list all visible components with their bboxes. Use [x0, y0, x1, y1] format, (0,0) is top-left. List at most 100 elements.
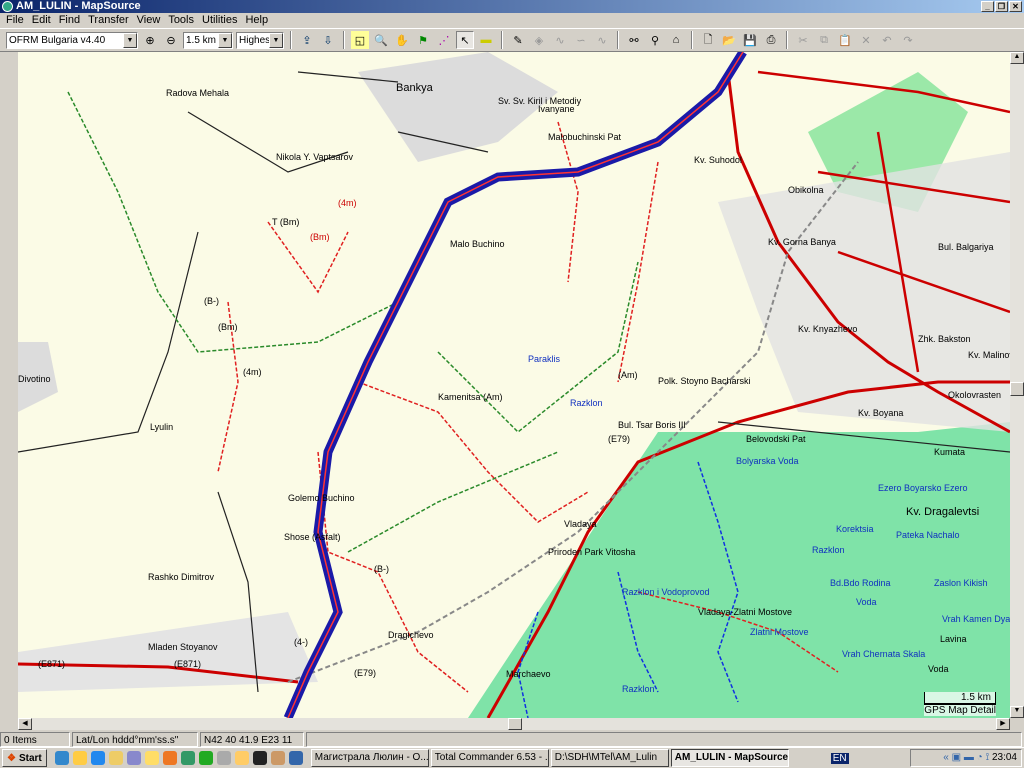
map-canvas[interactable]: Radova Mehala Bankya Sv. Sv. Kiril i Metod… — [18, 52, 1010, 718]
hand-tool-button[interactable]: ✋ — [393, 31, 411, 49]
copy-button[interactable]: ⧉ — [815, 31, 833, 49]
scroll-down-button[interactable]: ▼ — [1010, 706, 1024, 718]
menu-file[interactable]: File — [2, 13, 28, 28]
quicklaunch-icon[interactable] — [198, 751, 213, 765]
map-label[interactable]: Dragichevo — [388, 630, 434, 640]
quicklaunch-icon[interactable] — [72, 751, 87, 765]
language-indicator[interactable]: EN — [830, 752, 849, 764]
map-label[interactable]: Bul. Tsar Boris III — [618, 420, 686, 430]
menu-tools[interactable]: Tools — [164, 13, 198, 28]
save-button[interactable]: 💾 — [741, 31, 759, 49]
task-firefox[interactable]: Магистрала Люлин - О... — [310, 749, 429, 767]
start-button[interactable]: ❖ Start — [2, 749, 47, 767]
map-label[interactable]: (B-) — [374, 564, 389, 574]
task-mapsource[interactable]: AM_LULIN - MapSource — [670, 749, 789, 767]
quicklaunch-icon[interactable] — [288, 751, 303, 765]
tray-icons[interactable]: « ▣ ▬ ◔ ⟟ — [943, 752, 992, 763]
vertical-scrollbar[interactable]: ▲ ▼ — [1010, 52, 1024, 718]
map-label[interactable]: Razklon — [570, 398, 603, 408]
ie-icon[interactable] — [90, 751, 105, 765]
quicklaunch-icon[interactable] — [216, 751, 231, 765]
chevron-down-icon[interactable]: ▼ — [269, 32, 283, 48]
redo-button[interactable]: ↷ — [899, 31, 917, 49]
quicklaunch-icon[interactable] — [144, 751, 159, 765]
map-label[interactable]: Marchaevo — [506, 669, 551, 679]
map-label[interactable]: Kv. Boyana — [858, 408, 903, 418]
map-label[interactable]: (E79) — [608, 434, 630, 444]
map-label[interactable]: Kumata — [934, 447, 965, 457]
scroll-up-button[interactable]: ▲ — [1010, 52, 1024, 64]
map-label[interactable]: Lyulin — [150, 422, 173, 432]
horizontal-scrollbar[interactable]: ◀ ▶ — [18, 718, 1010, 730]
map-label[interactable]: Razklon — [622, 684, 655, 694]
map-label[interactable]: (Bm) — [310, 232, 330, 242]
map-label[interactable]: (Bm) — [218, 322, 238, 332]
waypoint-flag-button[interactable]: ⚑ — [414, 31, 432, 49]
map-label[interactable]: Vrah Kamen Dyal — [942, 614, 1010, 624]
map-label[interactable]: Priroden Park Vitosha — [548, 547, 635, 557]
map-label[interactable]: Zaslon Kikish — [934, 578, 988, 588]
eraser-tool-button[interactable]: ✎ — [509, 31, 527, 49]
map-label[interactable]: Golemo Buchino — [288, 493, 355, 503]
map-label[interactable]: Pateka Nachalo — [896, 530, 960, 540]
map-label[interactable]: Rashko Dimitrov — [148, 572, 214, 582]
find-binoculars-button[interactable]: ⚯ — [625, 31, 643, 49]
map-label[interactable]: Ivanyane — [538, 104, 575, 114]
map-label[interactable]: Voda — [856, 597, 877, 607]
measure-ruler-button[interactable]: ▬ — [477, 31, 495, 49]
map-label[interactable]: Belovodski Pat — [746, 434, 806, 444]
quicklaunch-icon[interactable] — [108, 751, 123, 765]
new-file-button[interactable]: 🗋 — [699, 31, 717, 49]
send-to-device-button[interactable]: ⇩ — [319, 31, 337, 49]
map-label[interactable]: (4m) — [338, 198, 357, 208]
scroll-left-button[interactable]: ◀ — [18, 718, 32, 730]
map-label[interactable]: Polk. Stoyno Bacharski — [658, 376, 751, 386]
map-label[interactable]: Malo Buchino — [450, 239, 505, 249]
map-label[interactable]: Kv. Dragalevtsi — [906, 506, 979, 518]
receive-from-device-button[interactable]: ⇪ — [298, 31, 316, 49]
menu-utilities[interactable]: Utilities — [198, 13, 241, 28]
paste-button[interactable]: 📋 — [836, 31, 854, 49]
map-label[interactable]: Vladaya-Zlatni Mostove — [698, 607, 792, 617]
firefox-icon[interactable] — [162, 751, 177, 765]
zoom-scale-select[interactable]: 1.5 km ▼ — [183, 31, 233, 49]
route-disabled-button[interactable]: ∽ — [572, 31, 590, 49]
map-label[interactable]: Zhk. Bakston — [918, 334, 971, 344]
map-label[interactable]: Kamenitsa (Am) — [438, 392, 503, 402]
map-label[interactable]: Kv. Malinova — [968, 350, 1010, 360]
zoom-tool-button[interactable]: 🔍 — [372, 31, 390, 49]
map-label[interactable]: (B-) — [204, 296, 219, 306]
detail-select[interactable]: Highest ▼ — [236, 31, 284, 49]
menu-view[interactable]: View — [133, 13, 165, 28]
map-label[interactable]: Zlatni Mostove — [750, 627, 809, 637]
open-file-button[interactable]: 📂 — [720, 31, 738, 49]
vertical-scroll-thumb[interactable] — [1010, 382, 1024, 396]
map-label[interactable]: Divotino — [18, 374, 51, 384]
print-button[interactable]: ⎙ — [762, 31, 780, 49]
menu-edit[interactable]: Edit — [28, 13, 55, 28]
map-label[interactable]: Radova Mehala — [166, 88, 229, 98]
map-label[interactable]: Kv. Gorna Banya — [768, 237, 836, 247]
map-label[interactable]: Razklon i Vodoprovod — [622, 587, 710, 597]
zoom-in-button[interactable]: ⊕ — [141, 31, 159, 49]
horizontal-scroll-thumb[interactable] — [508, 718, 522, 730]
map-label[interactable]: (E871) — [38, 659, 65, 669]
map-label[interactable]: Kv. Suhodol — [694, 155, 742, 165]
map-label[interactable]: Korektsia — [836, 524, 874, 534]
minimize-button[interactable]: _ — [981, 1, 994, 12]
map-label[interactable]: (Am) — [618, 370, 638, 380]
map-label[interactable]: Malobuchinski Pat — [548, 132, 621, 142]
delete-button[interactable]: ✕ — [857, 31, 875, 49]
map-label[interactable]: T (Bm) — [272, 217, 299, 227]
selection-arrow-button[interactable]: ↖ — [456, 31, 474, 49]
map-label[interactable]: Bd.Bdo Rodina — [830, 578, 891, 588]
menu-transfer[interactable]: Transfer — [84, 13, 133, 28]
map-label[interactable]: Razklon — [812, 545, 845, 555]
map-label[interactable]: (4-) — [294, 637, 308, 647]
close-button[interactable]: ✕ — [1009, 1, 1022, 12]
track-tool-button[interactable]: ∿ — [551, 31, 569, 49]
map-tool-button[interactable]: ◱ — [351, 31, 369, 49]
map-label[interactable]: Lavina — [940, 634, 967, 644]
map-label[interactable]: (E79) — [354, 668, 376, 678]
quicklaunch-icon[interactable] — [126, 751, 141, 765]
